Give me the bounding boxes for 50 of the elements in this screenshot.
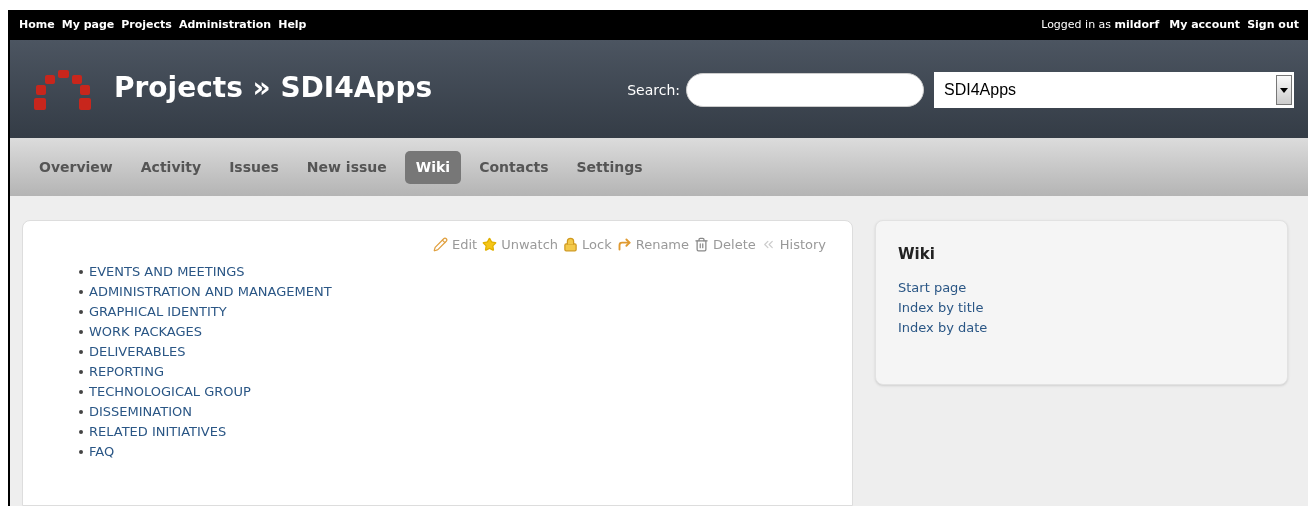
bullet-icon [79,329,83,334]
sidebar-link[interactable]: Start page [898,277,1265,298]
wiki-page-link[interactable]: ADMINISTRATION AND MANAGEMENT [89,281,332,302]
top-menu-link[interactable]: My page [61,16,115,34]
pencil-icon [433,237,448,253]
arrow-icon [616,237,632,253]
tab[interactable]: New issue [296,150,397,184]
wiki-page-link[interactable]: FAQ [89,441,115,462]
logged-in-text: Logged in as mildorf [1041,16,1160,33]
project-select[interactable]: SDI4Apps [934,72,1294,108]
bullet-icon [79,449,83,454]
star-icon [482,237,498,253]
lock-icon [563,237,579,253]
top-menu-link[interactable]: Administration [178,16,272,34]
trash-icon [694,237,710,253]
wiki-page-link[interactable]: DISSEMINATION [89,401,192,422]
top-menu-link[interactable]: Projects [121,16,172,34]
tab[interactable]: Issues [219,150,289,184]
tab[interactable]: Overview [29,150,123,184]
wiki-page-link[interactable]: WORK PACKAGES [89,321,203,342]
account-link[interactable]: Sign out [1247,16,1299,34]
tab[interactable]: Wiki [404,150,462,184]
logo-icon [32,68,94,112]
tab[interactable]: Settings [566,150,653,184]
wiki-page-link[interactable]: RELATED INITIATIVES [89,421,227,442]
sidebar-link[interactable]: Index by title [898,297,1265,318]
wiki-page-link[interactable]: DELIVERABLES [89,341,186,362]
wiki-page-link[interactable]: REPORTING [89,361,164,382]
sidebar-title: Wiki [898,244,936,265]
bullet-icon [79,269,83,274]
bullet-icon [79,429,83,434]
wiki-page-link[interactable]: EVENTS AND MEETINGS [89,261,245,282]
account-link[interactable]: My account [1169,16,1241,34]
wiki-page-link[interactable]: GRAPHICAL IDENTITY [89,301,227,322]
wiki-page-link[interactable]: TECHNOLOGICAL GROUP [89,381,251,402]
sidebar-link[interactable]: Index by date [898,317,1265,338]
tab[interactable]: Activity [130,150,212,184]
page-title: Projects » SDI4Apps [114,70,433,106]
top-menu-link[interactable]: Home [19,16,55,34]
bullet-icon [79,309,83,314]
search-label: Search: [627,80,680,100]
top-menu-link[interactable]: Help [278,16,307,34]
bullet-icon [79,369,83,374]
bullet-icon [79,289,83,294]
caret-icon [1276,75,1292,105]
bullet-icon [79,389,83,394]
search-field[interactable] [686,73,924,107]
bullet-icon [79,409,83,414]
tab[interactable]: Contacts [469,150,559,184]
bullet-icon [79,349,83,354]
